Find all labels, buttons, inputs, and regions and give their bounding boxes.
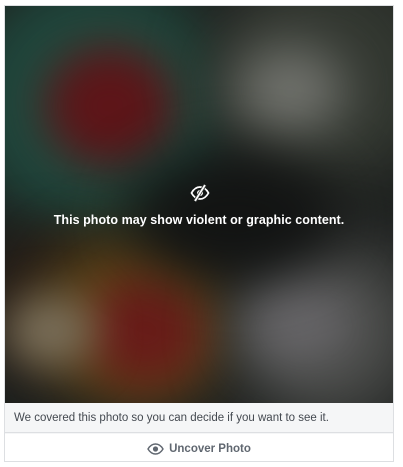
uncover-photo-label: Uncover Photo	[169, 442, 251, 455]
graphic-content-warning: This photo may show violent or graphic c…	[53, 213, 345, 227]
eye-slash-icon	[190, 184, 210, 202]
uncover-photo-button[interactable]: Uncover Photo	[5, 434, 393, 461]
eye-icon	[147, 442, 164, 455]
photo-dim-overlay	[5, 6, 393, 403]
covered-photo-card: This photo may show violent or graphic c…	[4, 5, 394, 462]
covered-photo-notice: We covered this photo so you can decide …	[5, 403, 393, 433]
blurred-photo: This photo may show violent or graphic c…	[5, 6, 393, 403]
